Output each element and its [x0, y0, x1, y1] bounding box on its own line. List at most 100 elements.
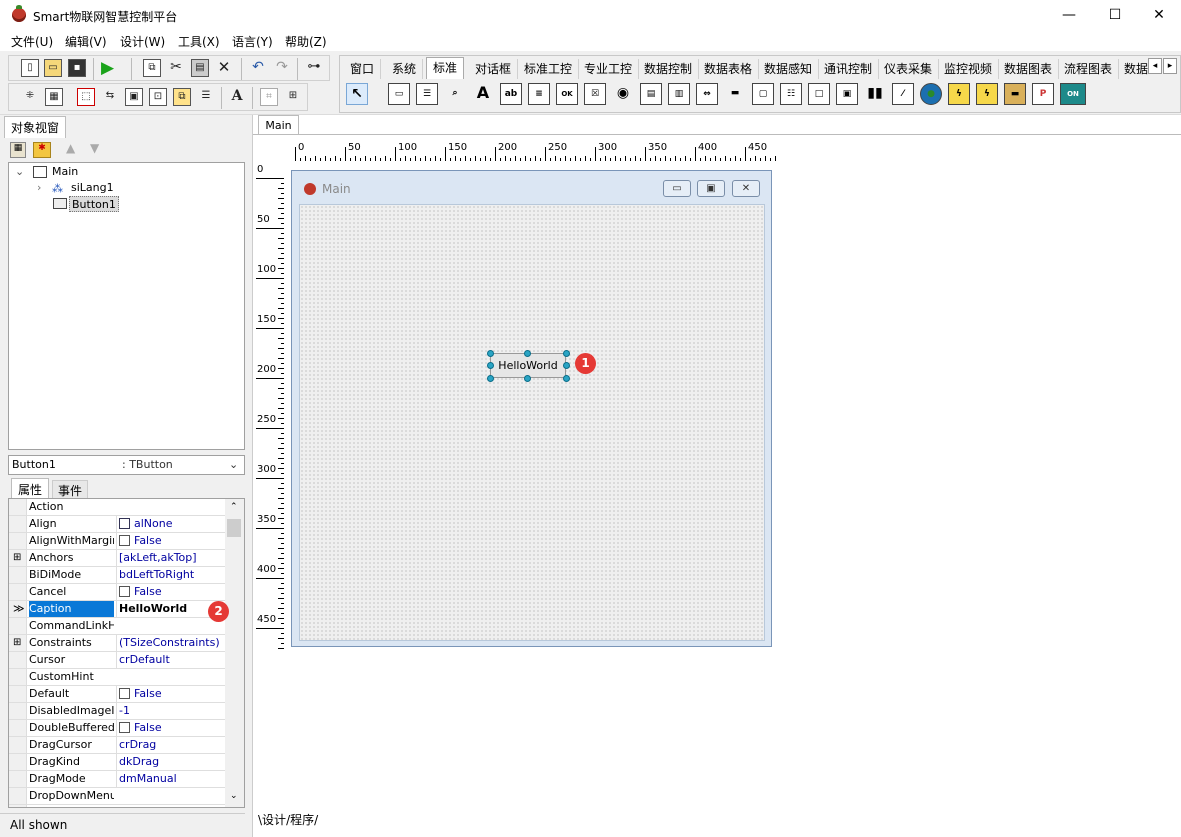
- tab-main[interactable]: Main: [258, 115, 299, 135]
- lightning-icon[interactable]: ϟ: [948, 83, 970, 105]
- tab-design[interactable]: 设计: [262, 813, 286, 827]
- chevron-down-icon[interactable]: ⌄: [229, 456, 238, 474]
- resize-handle[interactable]: [487, 350, 494, 357]
- popupmenu-icon[interactable]: ⌕: [444, 83, 466, 105]
- object-tree[interactable]: ⌄ Main › ⁂ siLang1 Button1: [8, 162, 245, 450]
- tab-properties[interactable]: 属性: [11, 478, 50, 498]
- key-icon[interactable]: ⊶: [305, 59, 323, 77]
- tab-video[interactable]: 监控视频: [938, 59, 1000, 79]
- tab-data-chart[interactable]: 数据图表: [998, 59, 1060, 79]
- edit-icon[interactable]: ab: [500, 83, 522, 105]
- tab-pro-industrial[interactable]: 专业工控: [578, 59, 640, 79]
- tree-item-button1[interactable]: Button1: [69, 196, 119, 212]
- label-icon[interactable]: A: [472, 83, 494, 105]
- panel-icon[interactable]: ☷: [780, 83, 802, 105]
- delete-icon[interactable]: ✕: [215, 59, 233, 77]
- resize-handle[interactable]: [563, 362, 570, 369]
- add-component-icon[interactable]: ▦: [10, 142, 26, 158]
- menu-language[interactable]: 语言(Y): [232, 33, 273, 50]
- form-close-icon[interactable]: ✕: [732, 180, 760, 197]
- property-row[interactable]: ⊞ Anchors [akLeft,akTop]: [9, 550, 225, 567]
- maximize-button[interactable]: ☐: [1092, 0, 1138, 31]
- tree-collapse-icon[interactable]: ⌄: [15, 164, 24, 180]
- checkbox[interactable]: [119, 722, 130, 733]
- checkbox-icon[interactable]: ☒: [584, 83, 606, 105]
- tab-window[interactable]: 窗口: [344, 59, 382, 79]
- property-value[interactable]: crDrag: [116, 737, 224, 753]
- form-client-area[interactable]: [299, 204, 765, 641]
- resize-handle[interactable]: [563, 350, 570, 357]
- close-button[interactable]: ✕: [1136, 0, 1181, 31]
- object-view-tab[interactable]: 对象视窗: [4, 116, 67, 138]
- tab-std-industrial[interactable]: 标准工控: [518, 59, 580, 79]
- property-value[interactable]: -1: [116, 703, 224, 719]
- expand-icon[interactable]: ⊞: [13, 550, 21, 566]
- radiogroup-icon[interactable]: ▢: [752, 83, 774, 105]
- menu-tools[interactable]: 工具(X): [178, 33, 220, 50]
- new-folder-icon[interactable]: ✱: [33, 142, 51, 158]
- property-value[interactable]: (TSizeConstraints): [116, 635, 224, 651]
- tab-data-grid[interactable]: 数据表格: [698, 59, 760, 79]
- property-value[interactable]: False: [116, 720, 224, 736]
- frame-icon[interactable]: ▭: [388, 83, 410, 105]
- scale-icon[interactable]: ⊡: [149, 88, 167, 106]
- formula-icon[interactable]: ⁄: [892, 83, 914, 105]
- minimize-button[interactable]: —: [1046, 0, 1092, 31]
- tab-data-aware[interactable]: 数据感知: [758, 59, 820, 79]
- open-folder-icon[interactable]: ▭: [44, 59, 62, 77]
- mainmenu-icon[interactable]: ☰: [416, 83, 438, 105]
- lock-controls-icon[interactable]: ⌗: [260, 88, 278, 106]
- listbox-icon[interactable]: ▤: [640, 83, 662, 105]
- property-row[interactable]: ≫ Caption HelloWorld: [9, 601, 225, 618]
- form-main[interactable]: Main ▭ ▣ ✕: [291, 170, 772, 647]
- property-row[interactable]: Align alNone: [9, 516, 225, 533]
- property-value[interactable]: False: [116, 686, 224, 702]
- resize-handle[interactable]: [524, 350, 531, 357]
- property-value[interactable]: dkDrag: [116, 754, 224, 770]
- form-minimize-icon[interactable]: ▭: [663, 180, 691, 197]
- property-row[interactable]: DragMode dmManual: [9, 771, 225, 788]
- property-row[interactable]: DragKind dkDrag: [9, 754, 225, 771]
- tree-expand-icon[interactable]: ›: [37, 180, 41, 196]
- expand-icon[interactable]: ⊞: [13, 635, 21, 651]
- align-to-grid-icon[interactable]: ⊞: [284, 88, 302, 106]
- redo-icon[interactable]: ↷: [273, 59, 291, 77]
- resize-handle[interactable]: [487, 362, 494, 369]
- tab-instrument[interactable]: 仪表采集: [878, 59, 940, 79]
- property-row[interactable]: CustomHint: [9, 669, 225, 686]
- checkbox[interactable]: [119, 688, 130, 699]
- form-maximize-icon[interactable]: ▣: [697, 180, 725, 197]
- tree-item-silang1[interactable]: siLang1: [71, 180, 114, 196]
- font-icon[interactable]: A: [228, 88, 246, 106]
- move-down-icon[interactable]: ▼: [90, 141, 99, 155]
- cut-icon[interactable]: ✂: [167, 59, 185, 77]
- scroll-up-icon[interactable]: ⌃: [230, 502, 238, 512]
- align-grid-icon[interactable]: ▦: [45, 88, 63, 106]
- property-value[interactable]: False: [116, 584, 224, 600]
- printer-icon[interactable]: ▬: [1004, 83, 1026, 105]
- palette-scroll-left[interactable]: ◂: [1148, 58, 1162, 74]
- menu-design[interactable]: 设计(W): [120, 33, 165, 50]
- bring-front-icon[interactable]: ⬚: [77, 88, 95, 106]
- property-row[interactable]: DisabledImageInd -1: [9, 703, 225, 720]
- property-row[interactable]: ⊞ Constraints (TSizeConstraints): [9, 635, 225, 652]
- run-icon[interactable]: ▶: [101, 58, 114, 78]
- scrollbar-icon[interactable]: ⇔: [696, 83, 718, 105]
- tab-code[interactable]: 程序: [290, 813, 314, 827]
- property-value[interactable]: alNone: [116, 516, 224, 532]
- new-file-icon[interactable]: ▯: [21, 59, 39, 77]
- globe-icon[interactable]: ●: [920, 83, 942, 105]
- menu-file[interactable]: 文件(U): [11, 33, 53, 50]
- undo-icon[interactable]: ↶: [249, 59, 267, 77]
- align-center-icon[interactable]: ⁜: [21, 88, 39, 106]
- property-row[interactable]: Default False: [9, 686, 225, 703]
- radiobutton-icon[interactable]: ◉: [612, 83, 634, 105]
- pdf-icon[interactable]: P: [1032, 83, 1054, 105]
- property-value[interactable]: crDefault: [116, 652, 224, 668]
- paste-icon[interactable]: ▤: [191, 59, 209, 77]
- tab-data-control[interactable]: 数据控制: [638, 59, 700, 79]
- groupbox-icon[interactable]: ▬: [724, 83, 746, 105]
- switch-icon[interactable]: ON: [1060, 83, 1086, 105]
- property-value[interactable]: bdLeftToRight: [116, 567, 224, 583]
- scrollbar[interactable]: ⌃ ⌄: [225, 499, 244, 807]
